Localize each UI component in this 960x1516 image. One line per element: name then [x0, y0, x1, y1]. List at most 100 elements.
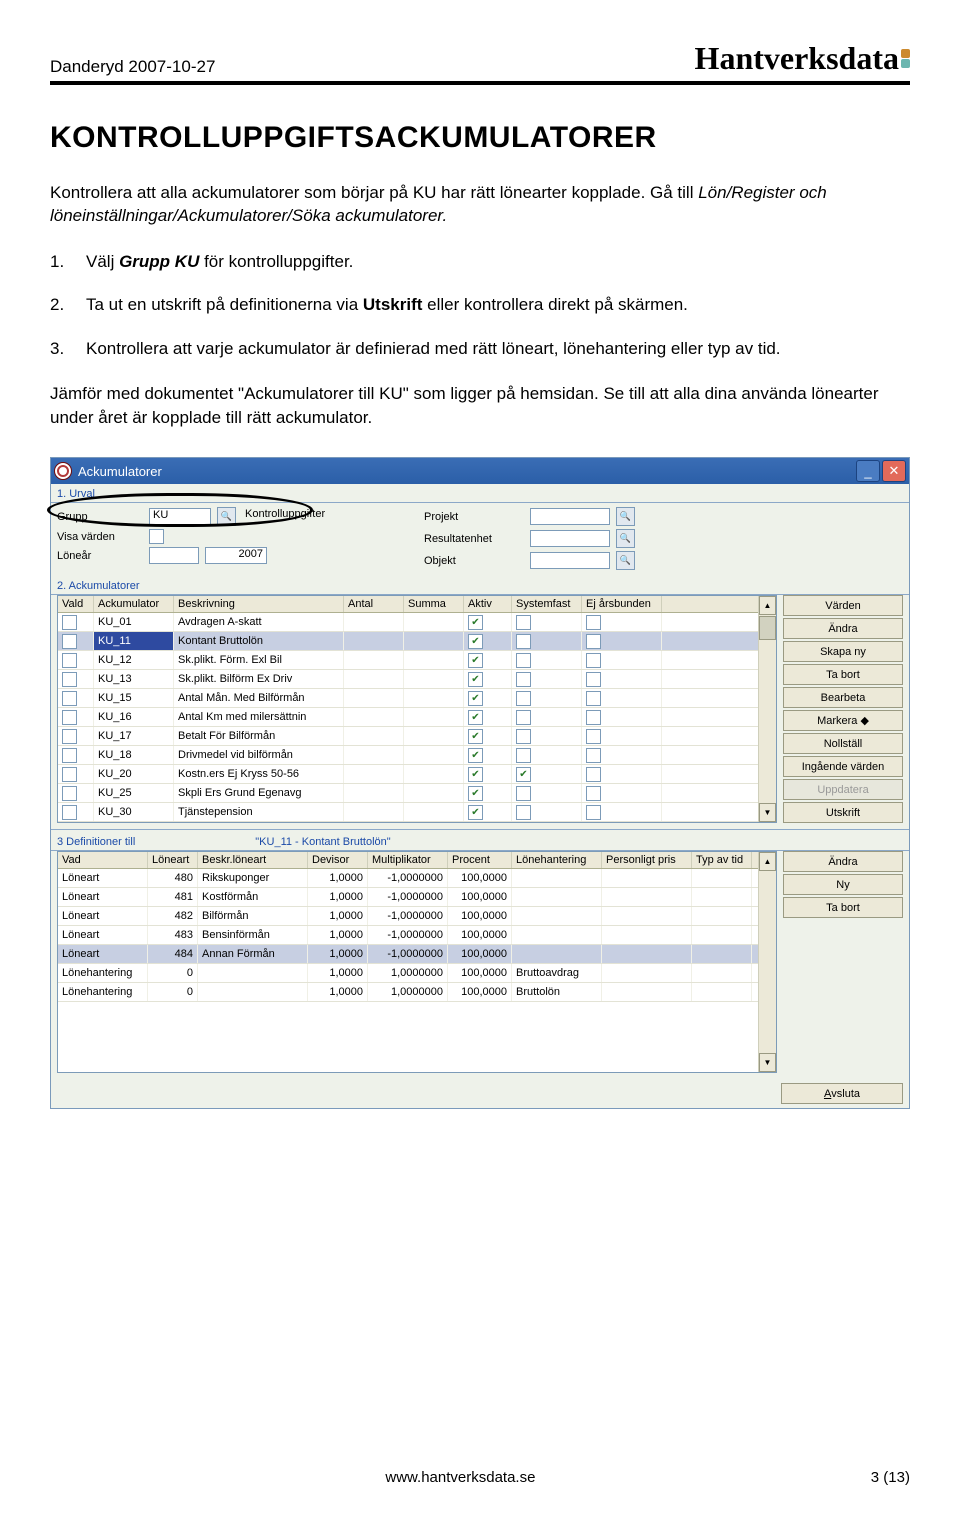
- systemfast-checkbox[interactable]: [516, 786, 531, 801]
- ej-arsbunden-checkbox[interactable]: [586, 615, 601, 630]
- column-header[interactable]: Vad: [58, 852, 148, 868]
- systemfast-checkbox[interactable]: [516, 672, 531, 687]
- systemfast-checkbox[interactable]: [516, 691, 531, 706]
- table-row[interactable]: Lönehantering01,00001,0000000100,0000Bru…: [58, 964, 758, 983]
- table-row[interactable]: KU_20Kostn.ers Ej Kryss 50-56✔✔: [58, 765, 758, 784]
- table-row[interactable]: Löneart483Bensinförmån1,0000-1,000000010…: [58, 926, 758, 945]
- objekt-lookup-button[interactable]: 🔍: [616, 551, 635, 570]
- systemfast-checkbox[interactable]: [516, 729, 531, 744]
- lonear-input[interactable]: 2007: [205, 547, 267, 564]
- side-button[interactable]: Ta bort: [783, 897, 903, 918]
- vald-checkbox[interactable]: [62, 653, 77, 668]
- scrollbar[interactable]: ▲ ▼: [758, 596, 776, 822]
- side-button[interactable]: Bearbeta: [783, 687, 903, 708]
- vald-checkbox[interactable]: [62, 748, 77, 763]
- column-header[interactable]: Multiplikator: [368, 852, 448, 868]
- column-header[interactable]: Systemfast: [512, 596, 582, 612]
- resultat-lookup-button[interactable]: 🔍: [616, 529, 635, 548]
- table-row[interactable]: KU_01Avdragen A-skatt✔: [58, 613, 758, 632]
- scroll-up-button[interactable]: ▲: [759, 596, 776, 615]
- vald-checkbox[interactable]: [62, 691, 77, 706]
- systemfast-checkbox[interactable]: [516, 710, 531, 725]
- side-button[interactable]: Nollställ: [783, 733, 903, 754]
- aktiv-checkbox[interactable]: ✔: [468, 691, 483, 706]
- table-row[interactable]: Lönehantering01,00001,0000000100,0000Bru…: [58, 983, 758, 1002]
- aktiv-checkbox[interactable]: ✔: [468, 767, 483, 782]
- aktiv-checkbox[interactable]: ✔: [468, 786, 483, 801]
- objekt-input[interactable]: [530, 552, 610, 569]
- systemfast-checkbox[interactable]: [516, 634, 531, 649]
- aktiv-checkbox[interactable]: ✔: [468, 748, 483, 763]
- table-row[interactable]: KU_12Sk.plikt. Förm. Exl Bil✔: [58, 651, 758, 670]
- table-row[interactable]: KU_13Sk.plikt. Bilförm Ex Driv✔: [58, 670, 758, 689]
- column-header[interactable]: Beskrivning: [174, 596, 344, 612]
- definitioner-grid[interactable]: VadLöneartBeskr.löneartDevisorMultiplika…: [57, 851, 777, 1073]
- ej-arsbunden-checkbox[interactable]: [586, 748, 601, 763]
- side-button[interactable]: Ändra: [783, 618, 903, 639]
- side-button[interactable]: Ingående värden: [783, 756, 903, 777]
- vald-checkbox[interactable]: [62, 634, 77, 649]
- side-button[interactable]: Markera ◆: [783, 710, 903, 731]
- table-row[interactable]: KU_30Tjänstepension✔: [58, 803, 758, 822]
- side-button[interactable]: Utskrift: [783, 802, 903, 823]
- aktiv-checkbox[interactable]: ✔: [468, 710, 483, 725]
- systemfast-checkbox[interactable]: [516, 615, 531, 630]
- vald-checkbox[interactable]: [62, 672, 77, 687]
- column-header[interactable]: Devisor: [308, 852, 368, 868]
- grupp-lookup-button[interactable]: 🔍: [217, 507, 236, 526]
- table-row[interactable]: Löneart482Bilförmån1,0000-1,0000000100,0…: [58, 907, 758, 926]
- ej-arsbunden-checkbox[interactable]: [586, 634, 601, 649]
- systemfast-checkbox[interactable]: [516, 748, 531, 763]
- ej-arsbunden-checkbox[interactable]: [586, 672, 601, 687]
- aktiv-checkbox[interactable]: ✔: [468, 729, 483, 744]
- side-button[interactable]: Värden: [783, 595, 903, 616]
- ej-arsbunden-checkbox[interactable]: [586, 710, 601, 725]
- systemfast-checkbox[interactable]: [516, 653, 531, 668]
- vald-checkbox[interactable]: [62, 615, 77, 630]
- column-header[interactable]: Typ av tid: [692, 852, 752, 868]
- table-row[interactable]: Löneart481Kostförmån1,0000-1,0000000100,…: [58, 888, 758, 907]
- ej-arsbunden-checkbox[interactable]: [586, 767, 601, 782]
- systemfast-checkbox[interactable]: [516, 805, 531, 820]
- column-header[interactable]: Vald: [58, 596, 94, 612]
- column-header[interactable]: Lönehantering: [512, 852, 602, 868]
- minimize-button[interactable]: _: [856, 460, 880, 482]
- vald-checkbox[interactable]: [62, 786, 77, 801]
- column-header[interactable]: Aktiv: [464, 596, 512, 612]
- ackumulator-grid[interactable]: ValdAckumulatorBeskrivningAntalSummaAkti…: [57, 595, 777, 823]
- column-header[interactable]: Ackumulator: [94, 596, 174, 612]
- scroll-thumb[interactable]: [759, 616, 776, 640]
- table-row[interactable]: KU_11Kontant Bruttolön✔: [58, 632, 758, 651]
- projekt-input[interactable]: [530, 508, 610, 525]
- aktiv-checkbox[interactable]: ✔: [468, 805, 483, 820]
- scroll-down-button[interactable]: ▼: [759, 803, 776, 822]
- table-row[interactable]: KU_18Drivmedel vid bilförmån✔: [58, 746, 758, 765]
- table-row[interactable]: Löneart480Rikskuponger1,0000-1,000000010…: [58, 869, 758, 888]
- aktiv-checkbox[interactable]: ✔: [468, 615, 483, 630]
- side-button[interactable]: Ny: [783, 874, 903, 895]
- ej-arsbunden-checkbox[interactable]: [586, 786, 601, 801]
- column-header[interactable]: Summa: [404, 596, 464, 612]
- vald-checkbox[interactable]: [62, 729, 77, 744]
- column-header[interactable]: Personligt pris: [602, 852, 692, 868]
- column-header[interactable]: Procent: [448, 852, 512, 868]
- aktiv-checkbox[interactable]: ✔: [468, 672, 483, 687]
- vald-checkbox[interactable]: [62, 710, 77, 725]
- table-row[interactable]: KU_17Betalt För Bilförmån✔: [58, 727, 758, 746]
- table-row[interactable]: KU_15Antal Mån. Med Bilförmån✔: [58, 689, 758, 708]
- scrollbar[interactable]: ▲ ▼: [758, 852, 776, 1072]
- ej-arsbunden-checkbox[interactable]: [586, 729, 601, 744]
- ej-arsbunden-checkbox[interactable]: [586, 805, 601, 820]
- scroll-down-button[interactable]: ▼: [759, 1053, 776, 1072]
- projekt-lookup-button[interactable]: 🔍: [616, 507, 635, 526]
- column-header[interactable]: Antal: [344, 596, 404, 612]
- scroll-up-button[interactable]: ▲: [759, 852, 776, 871]
- aktiv-checkbox[interactable]: ✔: [468, 653, 483, 668]
- ej-arsbunden-checkbox[interactable]: [586, 691, 601, 706]
- aktiv-checkbox[interactable]: ✔: [468, 634, 483, 649]
- side-button[interactable]: Ta bort: [783, 664, 903, 685]
- close-button[interactable]: ✕: [882, 460, 906, 482]
- ej-arsbunden-checkbox[interactable]: [586, 653, 601, 668]
- vald-checkbox[interactable]: [62, 805, 77, 820]
- column-header[interactable]: Ej årsbunden: [582, 596, 662, 612]
